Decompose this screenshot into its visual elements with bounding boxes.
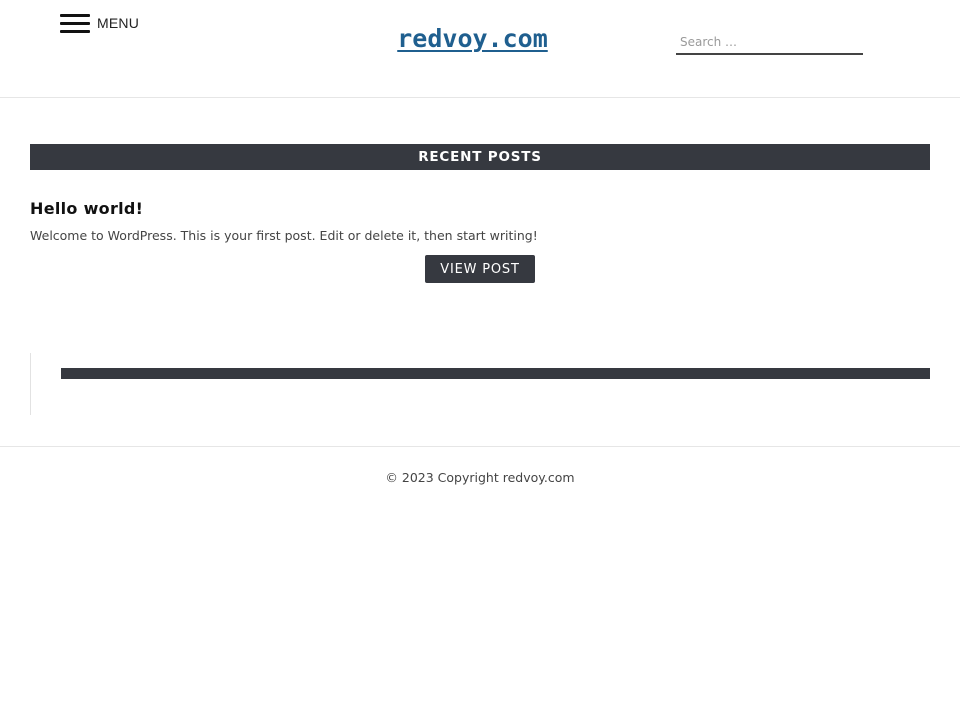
copyright-text: © 2023 Copyright redvoy.com: [385, 470, 575, 485]
post-excerpt: Welcome to WordPress. This is your first…: [30, 228, 538, 243]
post-title[interactable]: Hello world!: [30, 199, 143, 218]
site-title-link[interactable]: redvoy.com: [397, 24, 548, 53]
recent-posts-heading: RECENT POSTS: [30, 144, 930, 170]
view-post-button[interactable]: VIEW POST: [425, 255, 535, 283]
footer-divider: [0, 446, 960, 447]
widget-left-border: [30, 353, 31, 415]
widget-heading-bar: [61, 368, 930, 379]
site-header: MENU redvoy.com: [0, 0, 960, 98]
search-input[interactable]: [676, 31, 863, 55]
